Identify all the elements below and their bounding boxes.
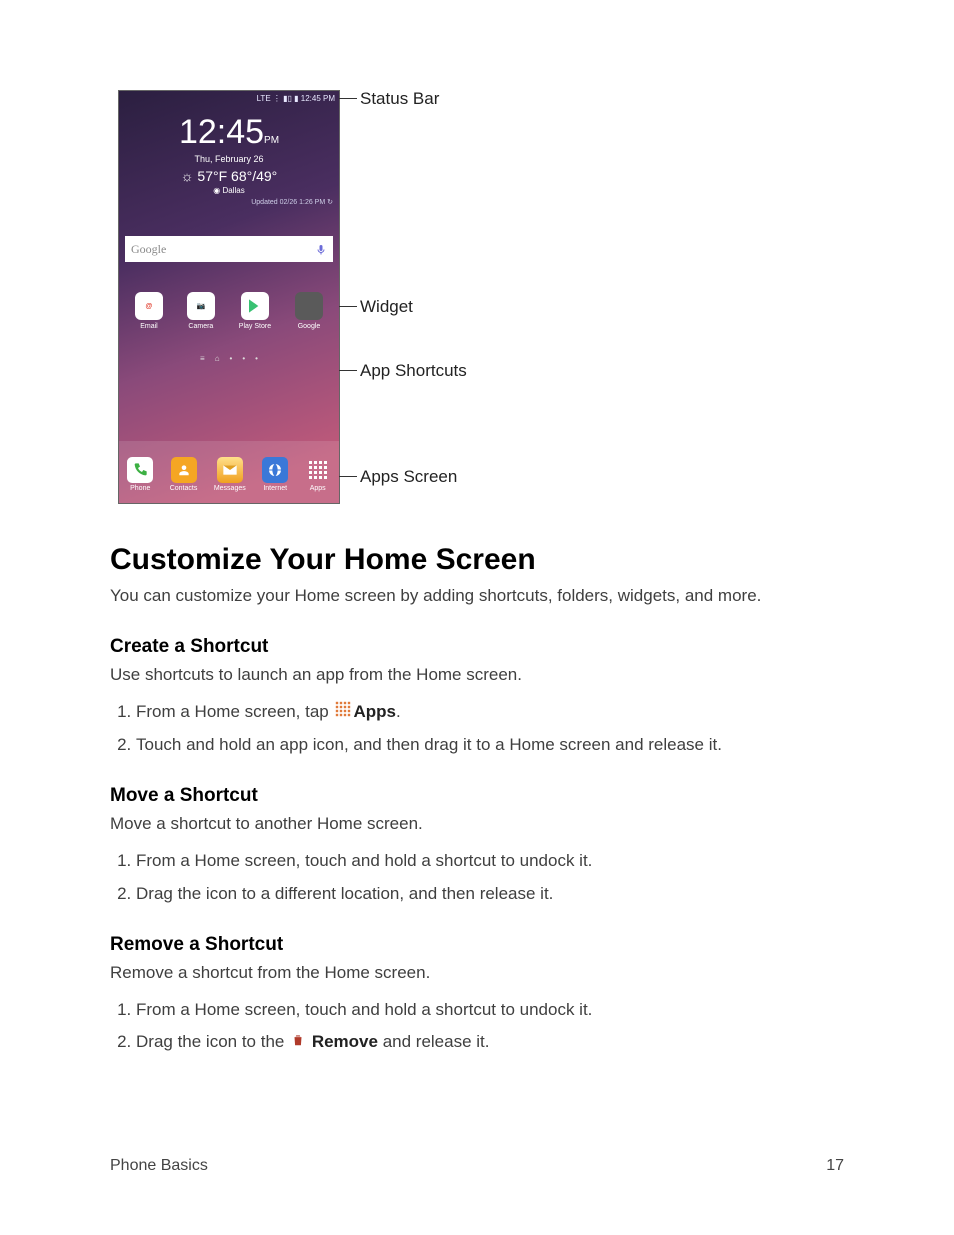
shortcut-email[interactable]: @ Email — [135, 292, 163, 330]
apps-icon — [335, 701, 351, 724]
clock-time: 12:45 — [179, 113, 264, 151]
text: From a Home screen, tap — [136, 702, 333, 721]
shortcut-label: Camera — [188, 323, 213, 330]
heading-move-shortcut: Move a Shortcut — [110, 785, 844, 807]
para-remove-intro: Remove a shortcut from the Home screen. — [110, 962, 844, 985]
updated-line: Updated 02/26 1:26 PM ↻ — [119, 198, 339, 206]
dock-phone[interactable]: Phone — [127, 457, 153, 492]
callout-app-shortcuts: App Shortcuts — [360, 361, 467, 381]
clock-widget: 12:45PM — [119, 113, 339, 152]
steps-create: From a Home screen, tap Apps. Touch and … — [110, 701, 844, 757]
callout-status-bar: Status Bar — [360, 89, 439, 109]
shortcut-label: Play Store — [239, 323, 271, 330]
trash-icon — [291, 1032, 305, 1055]
mic-icon[interactable] — [315, 241, 327, 257]
dock-label: Phone — [130, 485, 150, 492]
dock-messages[interactable]: Messages — [214, 457, 246, 492]
dock-apps[interactable]: Apps — [305, 457, 331, 492]
steps-remove: From a Home screen, touch and hold a sho… — [110, 999, 844, 1055]
location-line: ◉ Dallas — [119, 186, 339, 195]
date-line: Thu, February 26 — [119, 154, 339, 164]
dock-label: Apps — [310, 485, 326, 492]
callout-widget: Widget — [360, 297, 413, 317]
footer-page-number: 17 — [826, 1157, 844, 1175]
text-bold: Remove — [312, 1032, 378, 1051]
step-create-1: From a Home screen, tap Apps. — [136, 701, 844, 724]
dock-label: Messages — [214, 485, 246, 492]
page-indicator: ≡⌂••• — [119, 354, 339, 363]
heading-create-shortcut: Create a Shortcut — [110, 636, 844, 658]
weather-line: ☼ 57°F 68°/49° — [119, 168, 339, 184]
text: Drag the icon to the — [136, 1032, 289, 1051]
status-bar: LTE ⋮ ▮▯ ▮ 12:45 PM — [119, 91, 339, 107]
para-create-intro: Use shortcuts to launch an app from the … — [110, 664, 844, 687]
para-move-intro: Move a shortcut to another Home screen. — [110, 813, 844, 836]
step-move-2: Drag the icon to a different location, a… — [136, 883, 844, 906]
dock-internet[interactable]: Internet — [262, 457, 288, 492]
app-shortcuts-row: @ Email 📷 Camera Play Store Google — [119, 292, 339, 330]
step-remove-2: Drag the icon to the Remove and release … — [136, 1031, 844, 1054]
para-customize-intro: You can customize your Home screen by ad… — [110, 585, 844, 608]
steps-move: From a Home screen, touch and hold a sho… — [110, 850, 844, 906]
dock-label: Contacts — [170, 485, 198, 492]
text: . — [396, 702, 401, 721]
home-screen-figure: LTE ⋮ ▮▯ ▮ 12:45 PM 12:45PM Thu, Februar… — [118, 90, 578, 505]
text: and release it. — [378, 1032, 490, 1051]
footer-section: Phone Basics — [110, 1157, 208, 1175]
dock-contacts[interactable]: Contacts — [170, 457, 198, 492]
shortcut-label: Google — [298, 323, 321, 330]
callout-apps-screen: Apps Screen — [360, 467, 457, 487]
dock-label: Internet — [263, 485, 287, 492]
page-footer: Phone Basics 17 — [110, 1157, 844, 1175]
dock: Phone Contacts Messages Internet — [119, 441, 339, 503]
shortcut-camera[interactable]: 📷 Camera — [187, 292, 215, 330]
apps-grid-icon — [308, 460, 328, 480]
heading-customize: Customize Your Home Screen — [110, 543, 844, 577]
heading-remove-shortcut: Remove a Shortcut — [110, 934, 844, 956]
shortcut-label: Email — [140, 323, 158, 330]
shortcut-google-folder[interactable]: Google — [295, 292, 323, 330]
shortcut-play-store[interactable]: Play Store — [239, 292, 271, 330]
phone-mockup: LTE ⋮ ▮▯ ▮ 12:45 PM 12:45PM Thu, Februar… — [118, 90, 340, 504]
clock-suffix: PM — [264, 135, 279, 146]
step-move-1: From a Home screen, touch and hold a sho… — [136, 850, 844, 873]
text-bold: Apps — [353, 702, 396, 721]
step-remove-1: From a Home screen, touch and hold a sho… — [136, 999, 844, 1022]
step-create-2: Touch and hold an app icon, and then dra… — [136, 734, 844, 757]
google-label: Google — [131, 242, 166, 256]
google-search-widget[interactable]: Google — [125, 236, 333, 262]
